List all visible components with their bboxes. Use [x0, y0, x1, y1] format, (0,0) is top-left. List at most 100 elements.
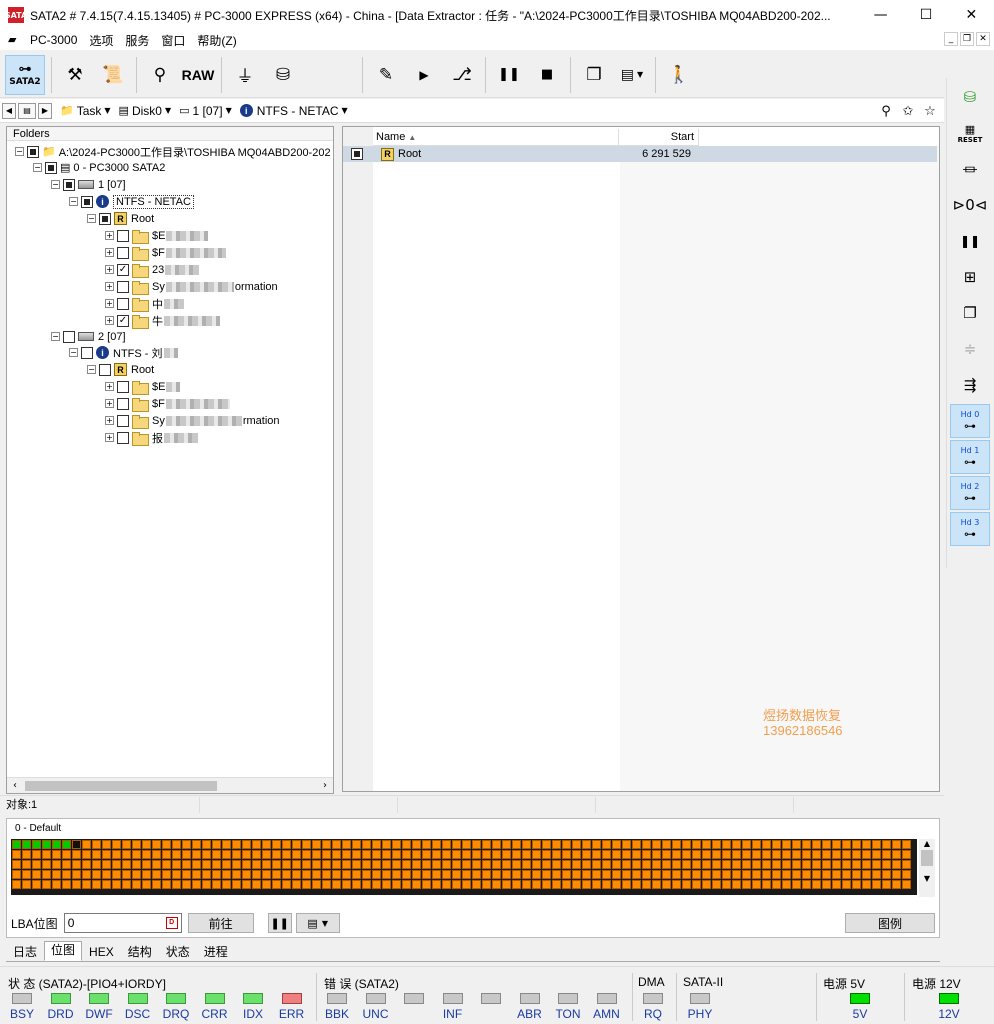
database-icon[interactable]: ⛁	[950, 80, 990, 114]
collapse-icon[interactable]: −	[69, 197, 78, 206]
mdi-close-button[interactable]: ✕	[976, 32, 990, 46]
expand-icon[interactable]: +	[105, 399, 114, 408]
transfer-icon[interactable]: ⏚	[228, 55, 262, 95]
tree-root-2[interactable]: − R Root	[87, 361, 154, 378]
map-scrollbar[interactable]: ▲ ▼	[919, 839, 935, 897]
menu-options[interactable]: 选项	[83, 32, 119, 49]
checkbox[interactable]	[27, 145, 39, 158]
expand-icon[interactable]: +	[105, 265, 114, 274]
mdi-restore-button[interactable]: ❐	[960, 32, 974, 46]
tree-fs-netac[interactable]: − i NTFS - NETAC	[69, 193, 194, 210]
map-view-icon[interactable]: ▤ ▼	[615, 55, 649, 95]
scroll-left-icon[interactable]: ‹	[7, 780, 23, 791]
copy-close-icon[interactable]: ❐	[950, 296, 990, 330]
tab-process[interactable]: 进程	[197, 943, 235, 961]
expand-icon[interactable]: +	[105, 382, 114, 391]
tree-drive[interactable]: − ▤ 0 - PC3000 SATA2	[33, 159, 165, 176]
checkbox[interactable]	[117, 246, 129, 259]
checkbox[interactable]	[63, 330, 75, 343]
power-plug-icon[interactable]: ⏛	[950, 152, 990, 186]
pause-icon[interactable]: ❚❚	[492, 55, 526, 95]
checkbox[interactable]	[117, 380, 129, 393]
table-row[interactable]: R Root 6 291 529	[343, 146, 937, 162]
crumb-disk[interactable]: ▤ Disk0 ▼	[119, 104, 172, 118]
collapse-icon[interactable]: −	[87, 365, 96, 374]
checkbox[interactable]: ✓	[117, 263, 129, 276]
expand-icon[interactable]: +	[105, 248, 114, 257]
checkbox[interactable]	[117, 297, 129, 310]
column-start[interactable]: Start	[619, 129, 699, 145]
tree-partition-2[interactable]: − 2 [07]	[51, 328, 126, 345]
tab-log[interactable]: 日志	[6, 943, 44, 961]
checkbox[interactable]	[117, 229, 129, 242]
collapse-icon[interactable]: −	[51, 332, 60, 341]
expand-icon[interactable]: +	[105, 231, 114, 240]
tree-folder[interactable]: + Sy rmation	[105, 412, 280, 429]
hd3-button[interactable]: Hd 3 ⊶	[950, 512, 990, 546]
column-name[interactable]: Name ▲	[373, 129, 619, 145]
scroll-thumb[interactable]	[921, 850, 933, 866]
sata2-button[interactable]: ⊶ SATA2	[5, 54, 45, 95]
checkbox[interactable]	[117, 414, 129, 427]
collapse-icon[interactable]: −	[15, 147, 24, 156]
raw-button[interactable]: RAW	[181, 55, 215, 95]
tab-hex[interactable]: HEX	[82, 943, 121, 961]
history-button[interactable]: ▤	[18, 102, 36, 119]
tree-folder[interactable]: + 报	[105, 429, 199, 446]
checkbox[interactable]	[351, 148, 363, 160]
close-button[interactable]: ✕	[949, 0, 994, 30]
menu-pc3000[interactable]: PC-3000	[24, 33, 83, 47]
collapse-icon[interactable]: −	[87, 214, 96, 223]
play-icon[interactable]: ▶	[407, 55, 441, 95]
search-icon[interactable]: ⚲	[876, 101, 896, 121]
checkbox[interactable]	[45, 161, 57, 174]
tree-partition-1[interactable]: − 1 [07]	[51, 176, 126, 193]
tree-root-1[interactable]: − R Root	[87, 210, 154, 227]
tree-fs-2[interactable]: − i NTFS - 刘	[69, 344, 179, 361]
network-icon[interactable]: ⎇	[445, 55, 479, 95]
collapse-icon[interactable]: −	[69, 348, 78, 357]
tree-folder[interactable]: + $F	[105, 244, 227, 261]
disk-export-icon[interactable]: ⛁	[266, 55, 300, 95]
tab-status[interactable]: 状态	[159, 943, 197, 961]
favorite-add-icon[interactable]: ✩	[898, 101, 918, 121]
forward-button[interactable]: ▶	[38, 102, 52, 119]
checkbox[interactable]	[81, 346, 93, 359]
expand-icon[interactable]: +	[105, 433, 114, 442]
menu-window[interactable]: 窗口	[155, 32, 191, 49]
tools-icon[interactable]: ⚒	[58, 55, 92, 95]
tab-structure[interactable]: 结构	[121, 943, 159, 961]
checkbox[interactable]	[117, 397, 129, 410]
map-view-button[interactable]: ▤ ▼	[295, 913, 340, 933]
expand-icon[interactable]: +	[105, 316, 114, 325]
crumb-filesystem[interactable]: i NTFS - NETAC ▼	[239, 104, 348, 118]
tree-folder[interactable]: + $E	[105, 378, 181, 395]
connector-icon[interactable]: ⇶	[950, 368, 990, 402]
back-button[interactable]: ◀	[2, 102, 16, 119]
minimize-button[interactable]: —	[858, 0, 903, 30]
lba-input[interactable]: 0D	[63, 913, 182, 933]
sector-map[interactable]	[11, 839, 917, 895]
checkbox[interactable]	[117, 431, 129, 444]
collapse-icon[interactable]: −	[33, 163, 42, 172]
checkbox[interactable]	[81, 195, 93, 208]
maximize-button[interactable]: ☐	[903, 0, 948, 30]
copy-windows-icon[interactable]: ❐	[577, 55, 611, 95]
expand-icon[interactable]: +	[105, 416, 114, 425]
crumb-partition[interactable]: ▭ 1 [07] ▼	[179, 104, 232, 118]
binoculars-icon[interactable]: ⚲	[143, 55, 177, 95]
map-pause-button[interactable]: ❚❚	[267, 913, 292, 933]
counter-icon[interactable]: ⊞	[950, 260, 990, 294]
scroll-thumb[interactable]	[25, 781, 217, 791]
tab-bitmap[interactable]: 位图	[44, 941, 83, 961]
horizontal-scrollbar[interactable]: ‹ ›	[7, 777, 333, 793]
favorite-icon[interactable]: ☆	[920, 101, 940, 121]
tree-folder[interactable]: + Sy ormation	[105, 278, 278, 295]
checkbox[interactable]	[63, 178, 75, 191]
tree-folder[interactable]: + $F	[105, 395, 231, 412]
scroll-up-icon[interactable]: ▲	[919, 839, 935, 848]
reset-button[interactable]: ▦ RESET	[950, 116, 990, 150]
mdi-minimize-button[interactable]: _	[944, 32, 958, 46]
tree-task-root[interactable]: − 📁 A:\2024-PC3000工作目录\TOSHIBA MQ04ABD20…	[15, 143, 331, 160]
tree-folder[interactable]: + $E	[105, 227, 209, 244]
